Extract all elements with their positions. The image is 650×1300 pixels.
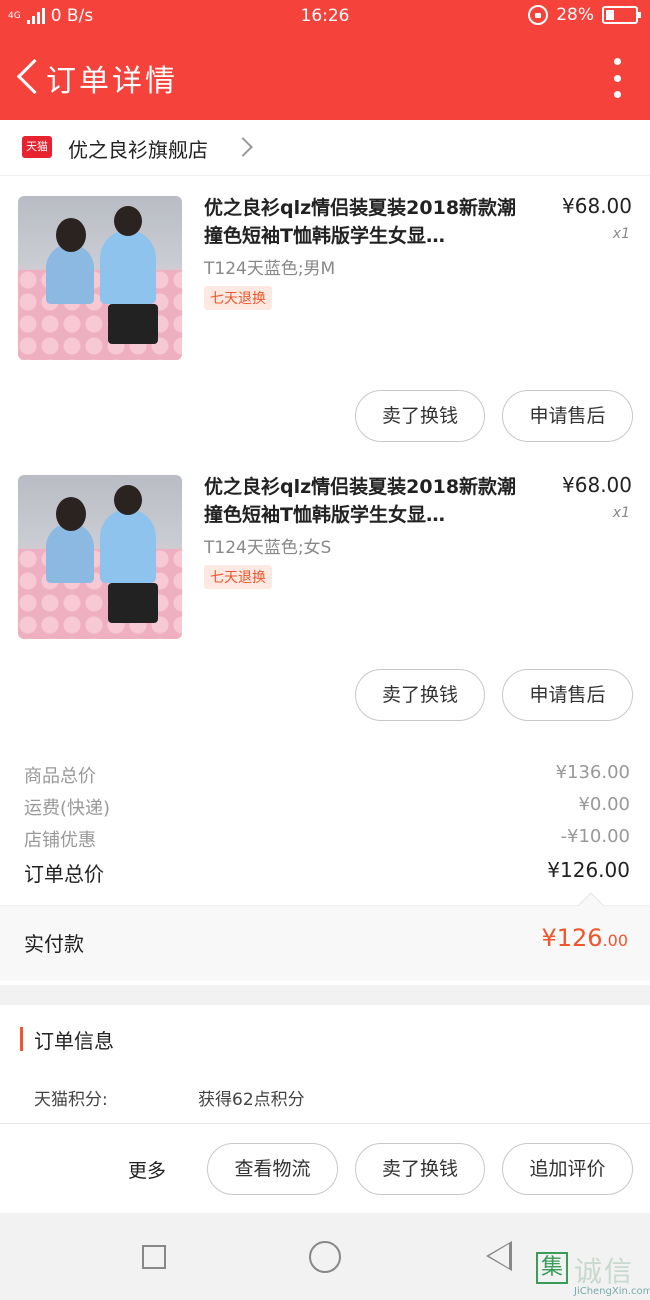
paid-amount-decimal: .00 — [602, 931, 628, 950]
nav-bar: 订单详情 — [0, 34, 650, 120]
order-item[interactable]: 优之良衫qlz情侣装夏装2018新款潮撞色短袖T恤韩版学生女显… ¥68.00 … — [0, 176, 650, 454]
discount-row: 店铺优惠 -¥10.00 — [24, 826, 630, 852]
order-info-title: 订单信息 — [34, 1029, 114, 1053]
product-image[interactable] — [18, 196, 182, 360]
product-title[interactable]: 优之良衫qlz情侣装夏装2018新款潮撞色短袖T恤韩版学生女显… — [204, 194, 534, 250]
order-total-row: 订单总价 ¥126.00 — [24, 858, 630, 887]
points-label: 天猫积分: — [34, 1090, 108, 1110]
rotation-lock-icon — [528, 5, 549, 25]
watermark: 集 诚信 JiChengXin.com — [534, 1248, 650, 1300]
bottom-action-bar: 更多 查看物流 卖了换钱 追加评价 — [0, 1123, 650, 1213]
battery-icon — [602, 6, 641, 24]
after-sale-button[interactable]: 申请售后 — [502, 390, 633, 442]
product-spec: T124天蓝色;男M — [204, 259, 336, 279]
section-accent-bar — [20, 1027, 23, 1051]
product-spec: T124天蓝色;女S — [204, 538, 332, 558]
sell-button[interactable]: 卖了换钱 — [355, 390, 485, 442]
shop-name[interactable]: 优之良衫旗舰店 — [68, 134, 208, 163]
sell-button[interactable]: 卖了换钱 — [355, 669, 485, 721]
watermark-url: JiChengXin.com — [574, 1286, 650, 1297]
paid-amount-integer: ¥126 — [541, 924, 603, 952]
order-total-value: ¥126.00 — [547, 858, 630, 882]
watermark-text: 诚信 — [574, 1255, 635, 1288]
after-sale-button[interactable]: 申请售后 — [502, 669, 633, 721]
view-logistics-button[interactable]: 查看物流 — [207, 1143, 338, 1195]
battery-percent: 28% — [556, 5, 594, 25]
shipping-label: 运费(快递) — [24, 798, 111, 819]
goods-total-value: ¥136.00 — [555, 762, 630, 783]
paid-amount: ¥126.00 — [541, 924, 628, 952]
order-item[interactable]: 优之良衫qlz情侣装夏装2018新款潮撞色短袖T恤韩版学生女显… ¥68.00 … — [0, 455, 650, 733]
order-total-label: 订单总价 — [24, 862, 104, 886]
status-bar: 4G 0 B/s 16:26 28% — [0, 0, 650, 34]
sell-button[interactable]: 卖了换钱 — [355, 1143, 485, 1195]
more-menu-icon[interactable] — [612, 58, 622, 98]
battery-fill — [606, 10, 614, 20]
product-image[interactable] — [18, 475, 182, 639]
product-price: ¥68.00 — [562, 194, 632, 218]
shipping-row: 运费(快递) ¥0.00 — [24, 794, 630, 820]
shipping-value: ¥0.00 — [578, 794, 630, 815]
page-title: 订单详情 — [46, 64, 178, 99]
add-review-button[interactable]: 追加评价 — [502, 1143, 633, 1195]
more-button[interactable]: 更多 — [128, 1156, 166, 1183]
discount-label: 店铺优惠 — [24, 830, 96, 851]
product-quantity: x1 — [612, 226, 630, 242]
points-value: 获得62点积分 — [198, 1090, 305, 1110]
chevron-right-icon — [233, 137, 253, 157]
product-price: ¥68.00 — [562, 473, 632, 497]
product-quantity: x1 — [612, 505, 630, 521]
home-icon[interactable] — [309, 1241, 341, 1273]
paid-label: 实付款 — [24, 932, 84, 956]
order-info-section: 订单信息 天猫积分: 获得62点积分 — [0, 1005, 650, 1123]
return-policy-tag: 七天退换 — [204, 565, 272, 589]
recent-apps-icon[interactable] — [142, 1245, 166, 1269]
order-content: 天猫 优之良衫旗舰店 优之良衫qlz情侣装夏装2018新款潮撞色短袖T恤韩版学生… — [0, 120, 650, 985]
discount-value: -¥10.00 — [560, 826, 630, 847]
product-title[interactable]: 优之良衫qlz情侣装夏装2018新款潮撞色短袖T恤韩版学生女显… — [204, 473, 534, 529]
watermark-logo: 集 — [536, 1252, 568, 1284]
return-policy-tag: 七天退换 — [204, 286, 272, 310]
tmall-badge: 天猫 — [22, 136, 52, 158]
goods-total-label: 商品总价 — [24, 766, 96, 787]
paid-amount-section: 实付款 ¥126.00 — [0, 892, 650, 981]
goods-total-row: 商品总价 ¥136.00 — [24, 762, 630, 788]
shop-header[interactable]: 天猫 优之良衫旗舰店 — [0, 120, 650, 176]
back-icon[interactable] — [486, 1241, 512, 1271]
back-arrow-icon[interactable] — [12, 54, 42, 98]
